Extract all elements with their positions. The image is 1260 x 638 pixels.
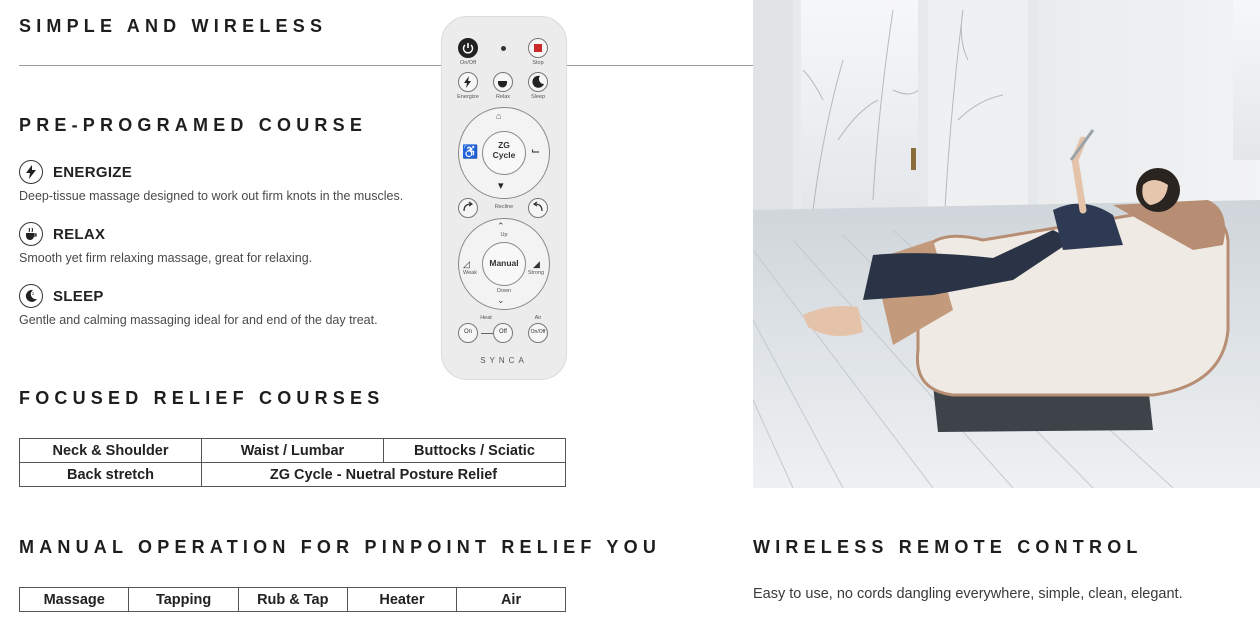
product-photo [753, 0, 1260, 488]
table-cell: Heater [346, 587, 458, 612]
table-row: Back stretch ZG Cycle - Nuetral Posture … [18, 462, 566, 487]
table-cell: Tapping [128, 587, 239, 612]
zg-cycle-line2: Cycle [492, 150, 516, 160]
air-onoff-label: On/Off [530, 329, 546, 335]
remote-label-air: Air [534, 315, 542, 321]
moon-icon [528, 72, 548, 92]
course-desc-sleep: Gentle and calming massaging ideal for a… [19, 313, 378, 327]
remote-label-recline: Recline [494, 204, 514, 210]
remote-label-strong: Strong [527, 270, 545, 276]
remote-label-sleep: Sleep [530, 94, 546, 100]
table-cell: Massage [18, 587, 130, 612]
heat-on-label: On [463, 329, 472, 335]
heat-off-button: Off [493, 323, 513, 343]
heading-simple-wireless: SIMPLE AND WIRELESS [19, 16, 328, 36]
course-title-sleep: SLEEP [53, 288, 104, 305]
air-onoff-button: On/Off [528, 323, 548, 343]
heading-manual-operation: MANUAL OPERATION FOR PINPOINT RELIEF YOU [19, 537, 662, 557]
recline-forward-icon [528, 198, 548, 218]
course-desc-energize: Deep-tissue massage designed to work out… [19, 189, 404, 203]
table-cell: Neck & Shoulder [18, 438, 203, 463]
remote-label-relax: Relax [495, 94, 511, 100]
foot-icon: ▾ [498, 180, 504, 192]
course-desc-relax: Smooth yet firm relaxing massage, great … [19, 251, 313, 265]
recline-position-icon: ⌙ [531, 145, 541, 157]
table-cell: Rub & Tap [237, 587, 348, 612]
hands-icon: ⌂ [496, 111, 502, 121]
stop-icon [528, 38, 548, 58]
remote-label-up: Up [500, 232, 508, 238]
heading-preprogramed-course: PRE-PROGRAMED COURSE [19, 115, 368, 135]
heading-wireless-remote: WIRELESS REMOTE CONTROL [753, 537, 1143, 557]
heat-connector [481, 333, 493, 334]
course-title-relax: RELAX [53, 226, 106, 243]
lightning-icon [458, 72, 478, 92]
remote-brand: SYNCA [480, 356, 528, 365]
course-title-energize: ENERGIZE [53, 164, 133, 181]
indicator-dot [501, 46, 506, 51]
table-cell: Back stretch [18, 462, 203, 487]
divider [19, 65, 753, 66]
heat-on-button: On [458, 323, 478, 343]
moon-icon: z [19, 284, 43, 308]
remote-control-illustration: On/Off Stop Energize Relax Sleep ZG Cycl… [441, 16, 567, 380]
table-cell: Buttocks / Sciatic [382, 438, 567, 463]
remote-label-stop: Stop [532, 60, 544, 66]
cup-icon [19, 222, 43, 246]
table-cell: ZG Cycle - Nuetral Posture Relief [201, 462, 566, 487]
table-cell: Waist / Lumbar [201, 438, 384, 463]
heat-off-label: Off [499, 329, 507, 335]
power-icon [458, 38, 478, 58]
chevron-down-icon: ⌄ [497, 295, 505, 305]
signal-strong-icon: ◢ [533, 259, 540, 269]
table-row: Neck & Shoulder Waist / Lumbar Buttocks … [18, 438, 567, 463]
remote-label-down: Down [496, 288, 512, 294]
wireless-description: Easy to use, no cords dangling everywher… [753, 586, 1183, 602]
table-row: Massage Tapping Rub & Tap Heater Air [18, 587, 566, 612]
remote-label-energize: Energize [457, 94, 479, 100]
focused-relief-table: Neck & Shoulder Waist / Lumbar Buttocks … [18, 438, 567, 487]
manual-operation-table: Massage Tapping Rub & Tap Heater Air [18, 587, 566, 612]
recline-back-icon [458, 198, 478, 218]
remote-label-onoff: On/Off [459, 60, 477, 66]
remote-label-heat: Heat [480, 315, 492, 321]
zg-cycle-label: ZG Cycle [482, 140, 526, 160]
table-cell: Air [456, 587, 566, 612]
svg-text:z: z [32, 291, 34, 296]
lightning-icon [19, 160, 43, 184]
manual-label: Manual [489, 258, 519, 268]
zg-cycle-line1: ZG [498, 140, 510, 150]
heading-focused-relief: FOCUSED RELIEF COURSES [19, 388, 385, 408]
signal-weak-icon: ◿ [463, 259, 470, 269]
remote-label-weak: Weak [463, 270, 477, 276]
cup-icon [493, 72, 513, 92]
chevron-up-icon: ⌃ [497, 221, 505, 231]
person-icon: ♿ [462, 144, 479, 159]
